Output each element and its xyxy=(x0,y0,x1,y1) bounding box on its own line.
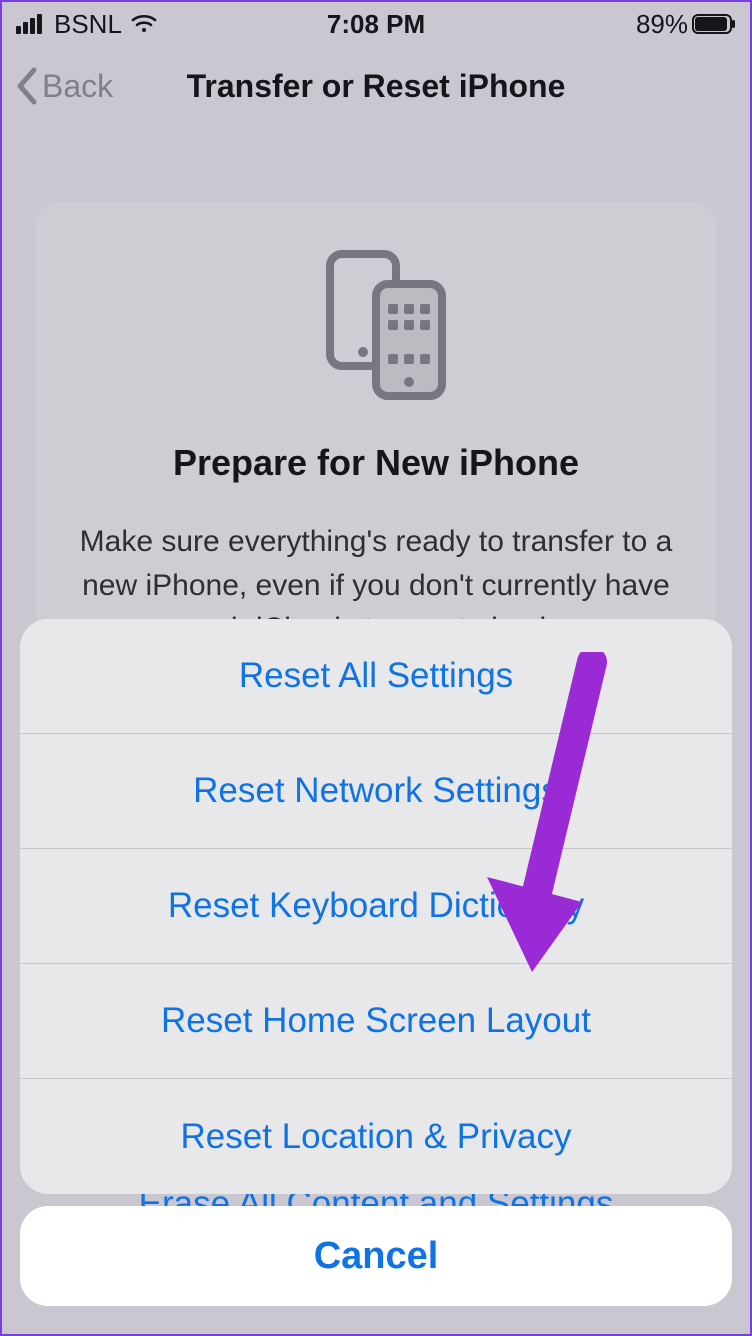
reset-location-privacy-option[interactable]: Reset Location & Privacy xyxy=(20,1079,732,1194)
screen-frame: BSNL 7:08 PM 89% xyxy=(0,0,752,1336)
reset-keyboard-dictionary-option[interactable]: Reset Keyboard Dictionary xyxy=(20,849,732,964)
back-label: Back xyxy=(42,68,113,105)
status-bar: BSNL 7:08 PM 89% xyxy=(2,2,750,46)
reset-home-screen-layout-option[interactable]: Reset Home Screen Layout xyxy=(20,964,732,1079)
chevron-left-icon xyxy=(14,66,40,106)
back-button[interactable]: Back xyxy=(14,66,113,106)
status-time: 7:08 PM xyxy=(2,9,750,40)
reset-all-settings-option[interactable]: Reset All Settings xyxy=(20,619,732,734)
reset-network-settings-option[interactable]: Reset Network Settings xyxy=(20,734,732,849)
phones-transfer-icon xyxy=(76,242,676,402)
page-title: Transfer or Reset iPhone xyxy=(2,68,750,105)
nav-bar: Back Transfer or Reset iPhone xyxy=(2,46,750,126)
reset-action: Reset All Settings Reset Network Setting… xyxy=(20,619,732,1194)
cancel-button[interactable]: Cancel xyxy=(20,1206,732,1306)
card-title: Prepare for New iPhone xyxy=(76,442,676,484)
